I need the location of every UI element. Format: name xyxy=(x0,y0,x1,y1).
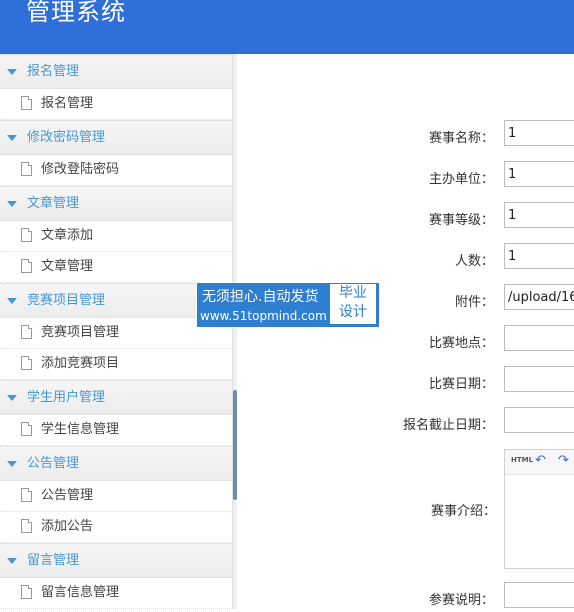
sidebar-item-label: 添加竞赛项目 xyxy=(41,356,120,371)
undo-icon[interactable]: ↶ xyxy=(535,453,546,468)
document-icon xyxy=(21,228,32,242)
notes-label: 参赛说明： xyxy=(428,593,494,608)
sidebar-item-message-manage[interactable]: 留言信息管理 xyxy=(0,578,232,609)
html-source-button[interactable]: HTML xyxy=(511,456,533,464)
document-icon xyxy=(21,422,32,436)
sidebar-section-articles[interactable]: 文章管理 xyxy=(0,186,232,221)
notes-input[interactable] xyxy=(504,582,574,608)
sidebar-item-label: 修改登陆密码 xyxy=(41,162,120,177)
sidebar-section-label: 报名管理 xyxy=(27,64,80,79)
sidebar-item-label: 文章管理 xyxy=(41,259,94,274)
location-input[interactable] xyxy=(504,325,574,351)
sidebar-item-notice-add[interactable]: 添加公告 xyxy=(0,512,232,543)
sidebar-item-change-password[interactable]: 修改登陆密码 xyxy=(0,155,232,186)
app-title: 管理系统 xyxy=(26,0,126,26)
attachment-input[interactable]: /upload/16 xyxy=(504,284,574,310)
sidebar-section-password[interactable]: 修改密码管理 xyxy=(0,120,232,155)
intro-editor[interactable]: HTML ↶ ↷ xyxy=(504,449,574,569)
sidebar-section-notices[interactable]: 公告管理 xyxy=(0,446,232,481)
caret-down-icon xyxy=(7,135,17,141)
document-icon xyxy=(21,162,32,176)
location-label: 比赛地点： xyxy=(428,336,494,351)
deadline-label: 报名截止日期： xyxy=(402,418,494,433)
sidebar-section-label: 公告管理 xyxy=(27,456,80,471)
sidebar: 报名管理 报名管理 修改密码管理 修改登陆密码 文章管理 文章添加 文章管理 竞… xyxy=(0,54,232,609)
sidebar-item-notice-manage[interactable]: 公告管理 xyxy=(0,481,232,512)
form-row-date: 比赛日期： xyxy=(236,366,574,396)
count-input[interactable]: 1 xyxy=(504,243,574,269)
caret-down-icon xyxy=(7,201,17,207)
sidebar-item-label: 报名管理 xyxy=(41,96,94,111)
document-icon xyxy=(21,519,32,533)
organizer-input[interactable]: 1 xyxy=(504,161,574,187)
date-label: 比赛日期： xyxy=(428,377,494,392)
document-icon xyxy=(21,259,32,273)
caret-down-icon xyxy=(7,558,17,564)
document-icon xyxy=(21,488,32,502)
sidebar-section-label: 文章管理 xyxy=(27,196,80,211)
app-header: 管理系统 xyxy=(0,0,574,54)
document-icon xyxy=(21,325,32,339)
caret-down-icon xyxy=(7,461,17,467)
count-label: 人数： xyxy=(454,254,494,269)
intro-label: 赛事介绍： xyxy=(431,504,497,519)
sidebar-item-label: 竞赛项目管理 xyxy=(41,325,120,340)
form-row-deadline: 报名截止日期： xyxy=(236,407,574,437)
attachment-label: 附件： xyxy=(454,295,494,310)
form-row-location: 比赛地点： xyxy=(236,325,574,355)
document-icon xyxy=(21,356,32,370)
event-name-label: 赛事名称： xyxy=(428,131,494,146)
level-label: 赛事等级： xyxy=(428,213,494,228)
form-row-level: 赛事等级： 1 xyxy=(236,202,574,232)
form-row-count: 人数： 1 xyxy=(236,243,574,273)
caret-down-icon xyxy=(7,395,17,401)
sidebar-section-label: 留言管理 xyxy=(27,553,80,568)
document-icon xyxy=(21,585,32,599)
sidebar-item-label: 添加公告 xyxy=(41,519,94,534)
sidebar-item-signup-manage[interactable]: 报名管理 xyxy=(0,89,232,120)
caret-down-icon xyxy=(7,298,17,304)
sidebar-item-student-manage[interactable]: 学生信息管理 xyxy=(0,415,232,446)
date-input[interactable] xyxy=(504,366,574,392)
sidebar-section-students[interactable]: 学生用户管理 xyxy=(0,380,232,415)
deadline-input[interactable] xyxy=(504,407,574,433)
caret-down-icon xyxy=(7,69,17,75)
organizer-label: 主办单位： xyxy=(428,172,494,187)
sidebar-section-label: 修改密码管理 xyxy=(27,130,106,145)
level-input[interactable]: 1 xyxy=(504,202,574,228)
form-row-notes: 参赛说明： xyxy=(236,582,574,612)
sidebar-item-competition-add[interactable]: 添加竞赛项目 xyxy=(0,349,232,380)
document-icon xyxy=(21,96,32,110)
redo-icon[interactable]: ↷ xyxy=(558,453,569,468)
form-row-event-name: 赛事名称： 1 xyxy=(236,120,574,150)
form-row-organizer: 主办单位： 1 xyxy=(236,161,574,191)
sidebar-item-article-add[interactable]: 文章添加 xyxy=(0,221,232,252)
editor-toolbar: HTML ↶ ↷ xyxy=(505,450,574,475)
form-row-attachment: 附件： /upload/16 xyxy=(236,284,574,314)
sidebar-item-label: 留言信息管理 xyxy=(41,585,120,600)
sidebar-section-label: 竞赛项目管理 xyxy=(27,293,106,308)
sidebar-item-label: 文章添加 xyxy=(41,228,94,243)
event-name-input[interactable]: 1 xyxy=(504,120,574,146)
sidebar-item-label: 学生信息管理 xyxy=(41,422,120,437)
sidebar-item-article-manage[interactable]: 文章管理 xyxy=(0,252,232,283)
sidebar-item-label: 公告管理 xyxy=(41,488,94,503)
sidebar-section-messages[interactable]: 留言管理 xyxy=(0,543,232,578)
sidebar-section-signup[interactable]: 报名管理 xyxy=(0,54,232,89)
sidebar-section-label: 学生用户管理 xyxy=(27,390,106,405)
